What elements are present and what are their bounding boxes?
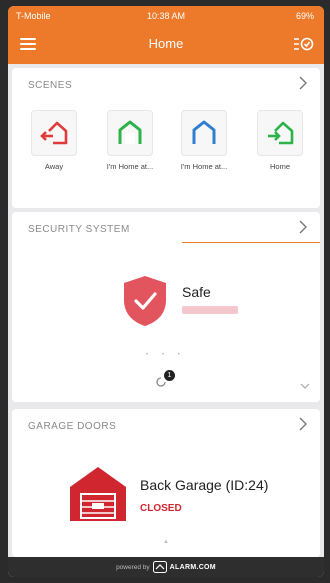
security-header[interactable]: SECURITY SYSTEM <box>12 212 320 242</box>
scene-tile <box>107 110 153 156</box>
scene-home[interactable]: Home <box>244 110 316 190</box>
app-screen: T-Mobile 10:38 AM 69% Home SCENES Away I… <box>8 6 324 577</box>
notification-button[interactable]: 1 <box>154 370 176 390</box>
garage-device-name: Back Garage (ID:24) <box>140 477 269 493</box>
home-enter-icon <box>268 121 294 145</box>
scene-name: Home <box>269 162 290 171</box>
scene-im-home-1[interactable]: I'm Home at... <box>94 110 166 190</box>
brand-label: ALARM.COM <box>169 563 216 571</box>
garage-status: CLOSED <box>140 503 182 514</box>
scenes-title: SCENES <box>28 80 73 91</box>
scene-tile <box>257 110 303 156</box>
chevron-down-icon[interactable] <box>300 382 310 390</box>
garage-title: GARAGE DOORS <box>28 421 117 432</box>
battery-label: 69% <box>295 11 314 21</box>
scene-tile <box>181 110 227 156</box>
powered-by-label: powered by <box>116 563 150 571</box>
checklist-icon[interactable] <box>292 34 314 54</box>
top-bar: T-Mobile 10:38 AM 69% Home <box>8 6 324 64</box>
garage-more-indicator: ▲ <box>163 539 169 545</box>
shield-check-icon[interactable] <box>120 274 170 328</box>
garage-card: GARAGE DOORS Back Garage (ID:24) CLOSED … <box>12 409 320 557</box>
garage-header[interactable]: GARAGE DOORS <box>12 409 320 439</box>
security-state: Safe <box>182 284 211 300</box>
garage-door-icon[interactable] <box>68 463 128 523</box>
page-dots: • • • <box>146 352 186 358</box>
security-substatus-blur <box>182 306 238 314</box>
garage-home-icon <box>118 120 142 144</box>
scene-im-home-2[interactable]: I'm Home at... <box>168 110 240 190</box>
scenes-header[interactable]: SCENES <box>12 68 320 98</box>
alarm-logo-icon <box>152 561 167 573</box>
security-card: SECURITY SYSTEM Safe • • • 1 <box>12 212 320 402</box>
scene-away[interactable]: Away <box>18 110 90 190</box>
page-title: Home <box>148 36 184 51</box>
notification-badge: 1 <box>164 370 175 381</box>
scene-tile <box>31 110 77 156</box>
security-title: SECURITY SYSTEM <box>28 224 130 235</box>
clock-label: 10:38 AM <box>146 11 186 21</box>
status-bar: T-Mobile 10:38 AM 69% <box>8 6 324 26</box>
scenes-card: SCENES Away I'm Home at... I'm Home at..… <box>12 68 320 208</box>
chevron-right-icon[interactable] <box>298 417 308 431</box>
nav-bar: Home <box>8 28 324 62</box>
footer: powered by ALARM.COM <box>8 557 324 577</box>
chevron-right-icon[interactable] <box>298 76 308 90</box>
chevron-right-icon[interactable] <box>298 220 308 234</box>
away-exit-icon <box>40 121 68 145</box>
security-progress-line <box>182 242 320 243</box>
garage-home-icon <box>192 120 216 144</box>
scene-name: I'm Home at... <box>180 162 228 171</box>
scene-name: I'm Home at... <box>106 162 154 171</box>
scene-name: Away <box>44 162 64 171</box>
